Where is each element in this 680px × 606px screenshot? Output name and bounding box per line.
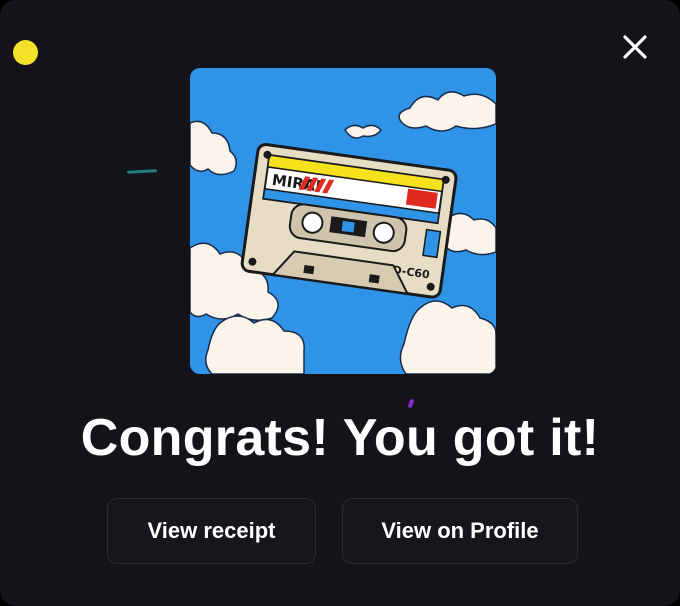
success-modal: MIRAI D-C60 Congrats! You got it! View r…: [0, 0, 680, 606]
view-on-profile-label: View on Profile: [381, 518, 539, 543]
success-heading: Congrats! You got it!: [80, 409, 600, 467]
close-button[interactable]: [618, 30, 652, 64]
cassette-illustration: MIRAI D-C60: [190, 68, 496, 374]
view-receipt-button[interactable]: View receipt: [107, 498, 316, 564]
view-on-profile-button[interactable]: View on Profile: [342, 498, 578, 564]
confetti-streak: [126, 169, 158, 174]
close-icon: [623, 35, 647, 59]
confetti-dot: [13, 40, 38, 65]
nft-artwork: MIRAI D-C60: [190, 68, 496, 374]
view-receipt-label: View receipt: [147, 518, 276, 543]
